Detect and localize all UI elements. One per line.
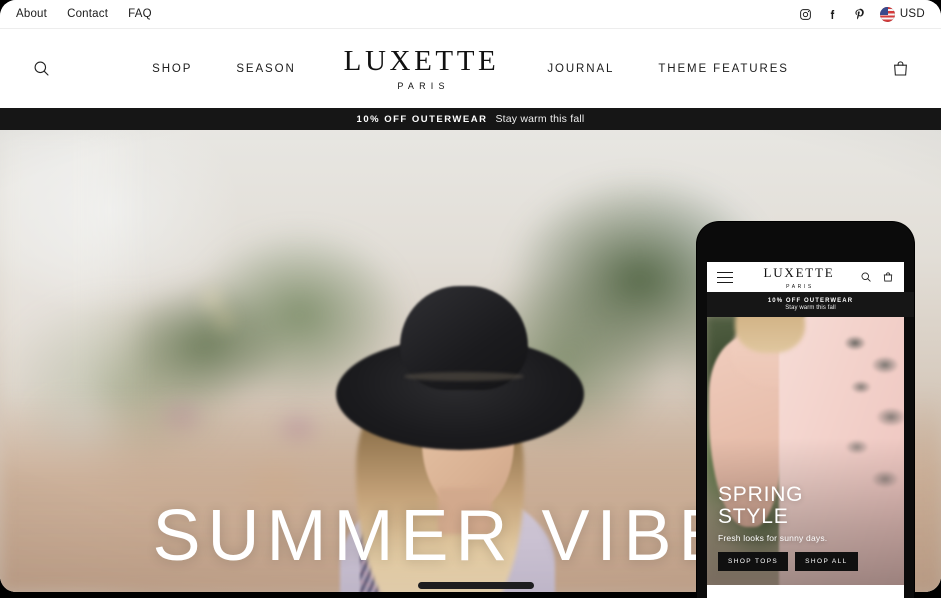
mobile-hero-title-line2: STYLE — [718, 504, 789, 528]
mobile-logo-wordmark: LUXETTE — [763, 265, 835, 280]
us-flag-icon — [879, 6, 895, 22]
nav-item-season[interactable]: SEASON — [214, 63, 317, 75]
currency-selector[interactable]: USD — [879, 6, 925, 22]
mobile-announcement-headline: 10% OFF OUTERWEAR — [767, 298, 854, 304]
mobile-search-icon[interactable] — [859, 271, 872, 284]
mobile-site-logo[interactable]: LUXETTE PARIS — [733, 264, 859, 290]
utility-link-faq[interactable]: FAQ — [128, 8, 152, 20]
horizontal-scrollbar-thumb[interactable] — [418, 582, 534, 589]
mobile-announcement-bar[interactable]: 10% OFF OUTERWEAR Stay warm this fall — [707, 292, 914, 317]
facebook-icon[interactable] — [826, 7, 840, 21]
browser-viewport: About Contact FAQ USD SHOP SEASON LUXETT… — [0, 0, 941, 598]
utility-links: About Contact FAQ — [16, 8, 152, 20]
shop-all-button[interactable]: SHOP ALL — [795, 552, 858, 571]
mobile-announcement-subtext: Stay warm this fall — [785, 305, 836, 311]
phone-mockup: LUXETTE PARIS SPRING STYLE Fresh looks f… — [697, 222, 914, 598]
announcement-headline: 10% OFF OUTERWEAR — [356, 113, 488, 125]
shop-tops-button[interactable]: SHOP TOPS — [718, 552, 789, 571]
mobile-hero-banner[interactable]: SPRING STYLE Fresh looks for sunny days.… — [707, 317, 904, 585]
mobile-hero-content: SPRING STYLE Fresh looks for sunny days.… — [718, 484, 894, 571]
instagram-icon[interactable] — [799, 7, 813, 21]
site-header: SHOP SEASON LUXETTE PARIS JOURNAL THEME … — [0, 29, 941, 108]
mobile-hero-title-line1: SPRING — [718, 483, 804, 507]
utility-bar: About Contact FAQ USD — [0, 0, 941, 29]
pinterest-icon[interactable] — [853, 7, 867, 21]
hamburger-menu-icon[interactable] — [717, 271, 733, 283]
shopping-bag-icon[interactable] — [883, 52, 917, 86]
mobile-content-strip — [707, 585, 904, 598]
logo-wordmark: LUXETTE — [343, 44, 500, 77]
utility-right: USD — [799, 6, 925, 22]
logo-tagline: PARIS — [397, 80, 450, 91]
announcement-bar[interactable]: 10% OFF OUTERWEAR Stay warm this fall — [0, 108, 941, 130]
mobile-hero-buttons: SHOP TOPS SHOP ALL — [718, 552, 894, 571]
announcement-subtext: Stay warm this fall — [495, 113, 585, 125]
mobile-hero-subtitle: Fresh looks for sunny days. — [718, 533, 828, 543]
site-logo[interactable]: LUXETTE PARIS — [318, 44, 526, 91]
utility-link-contact[interactable]: Contact — [67, 8, 108, 20]
currency-label: USD — [899, 8, 925, 20]
mobile-header-icons — [859, 271, 894, 284]
utility-link-about[interactable]: About — [16, 8, 47, 20]
search-icon[interactable] — [24, 52, 58, 86]
nav-item-journal[interactable]: JOURNAL — [525, 63, 636, 75]
nav-item-theme-features[interactable]: THEME FEATURES — [636, 63, 811, 75]
mobile-header: LUXETTE PARIS — [707, 262, 904, 292]
primary-nav: SHOP SEASON LUXETTE PARIS JOURNAL THEME … — [58, 44, 883, 91]
mobile-shopping-bag-icon[interactable] — [881, 271, 894, 284]
nav-item-shop[interactable]: SHOP — [130, 63, 214, 75]
mobile-logo-tagline: PARIS — [786, 284, 814, 290]
